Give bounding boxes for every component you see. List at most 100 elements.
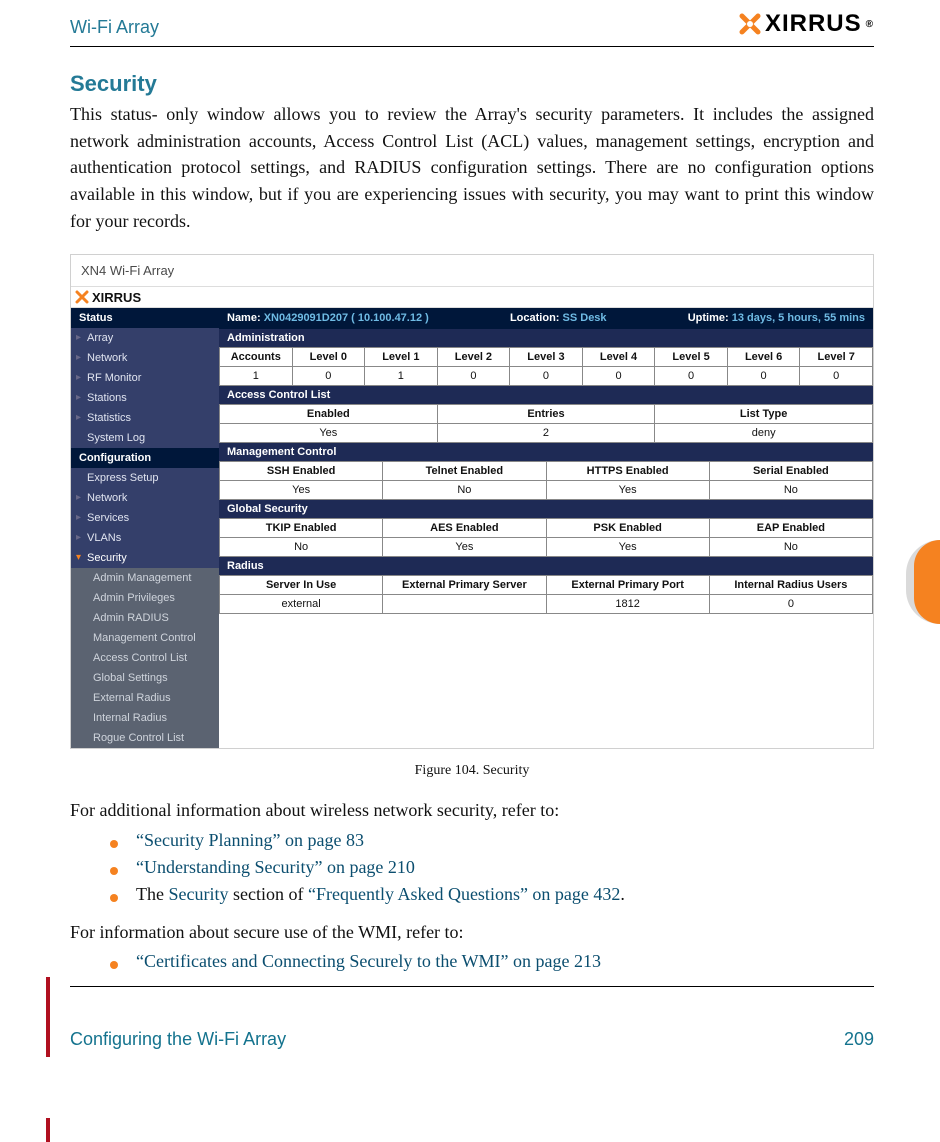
radius-table: Server In Use External Primary Server Ex…: [219, 575, 873, 614]
th: Entries: [437, 405, 655, 424]
th: Level 7: [800, 348, 873, 367]
post-paragraph-2: For information about secure use of the …: [70, 919, 874, 946]
screenshot-brand-name: XIRRUS: [92, 290, 141, 305]
td: Yes: [546, 481, 709, 500]
nav-item-stations[interactable]: Stations: [71, 388, 219, 408]
screenshot-figure: XN4 Wi-Fi Array XIRRUS Status Array Netw…: [70, 254, 874, 749]
footer-section: Configuring the Wi-Fi Array: [70, 1029, 286, 1050]
nav-item-vlans[interactable]: VLANs: [71, 528, 219, 548]
td: 1: [365, 367, 438, 386]
gsec-table: TKIP Enabled AES Enabled PSK Enabled EAP…: [219, 518, 873, 557]
td: 0: [510, 367, 583, 386]
bullet-certificates: “Certificates and Connecting Securely to…: [110, 951, 874, 972]
nav-sub-adminpriv[interactable]: Admin Privileges: [71, 588, 219, 608]
main-panel: Name: XN0429091D207 ( 10.100.47.12 ) Loc…: [219, 308, 873, 748]
bullet-security-planning: “Security Planning” on page 83: [110, 830, 874, 851]
link-security-planning[interactable]: “Security Planning” on page 83: [136, 830, 364, 850]
td: 1: [220, 367, 293, 386]
td: deny: [655, 424, 873, 443]
td: Yes: [546, 538, 709, 557]
nav-sub-globalsettings[interactable]: Global Settings: [71, 668, 219, 688]
location-value: SS Desk: [563, 312, 607, 324]
nav-item-network2[interactable]: Network: [71, 488, 219, 508]
td: 1812: [546, 595, 709, 614]
th: AES Enabled: [383, 519, 546, 538]
td: No: [220, 538, 383, 557]
name-value: XN0429091D207 ( 10.100.47.12 ): [264, 312, 429, 324]
info-bar: Name: XN0429091D207 ( 10.100.47.12 ) Loc…: [219, 308, 873, 329]
th: Level 1: [365, 348, 438, 367]
th: External Primary Port: [546, 576, 709, 595]
link-faq[interactable]: “Frequently Asked Questions” on page 432: [308, 884, 620, 904]
footer-rule: [70, 986, 874, 987]
section-radius: Radius: [219, 557, 873, 575]
nav-item-systemlog[interactable]: System Log: [71, 428, 219, 448]
th: Server In Use: [220, 576, 383, 595]
change-bar: [46, 977, 50, 1057]
admin-table: Accounts Level 0 Level 1 Level 2 Level 3…: [219, 347, 873, 386]
th: Level 4: [582, 348, 655, 367]
th: Level 0: [292, 348, 365, 367]
brand-logo: XIRRUS ®: [739, 10, 874, 38]
nav-group-config: Configuration: [71, 448, 219, 468]
td: 0: [582, 367, 655, 386]
bullet-understanding-security: “Understanding Security” on page 210: [110, 857, 874, 878]
td: 0: [292, 367, 365, 386]
th: Enabled: [220, 405, 438, 424]
section-acl: Access Control List: [219, 386, 873, 404]
post-paragraph-1: For additional information about wireles…: [70, 797, 874, 824]
td: 2: [437, 424, 655, 443]
th: Serial Enabled: [709, 462, 872, 481]
nav-item-array[interactable]: Array: [71, 328, 219, 348]
link-security-section[interactable]: Security: [168, 884, 228, 904]
th: EAP Enabled: [709, 519, 872, 538]
change-bar: [46, 1118, 50, 1142]
th: Level 2: [437, 348, 510, 367]
th: SSH Enabled: [220, 462, 383, 481]
nav-sub-intradius[interactable]: Internal Radius: [71, 708, 219, 728]
th: Telnet Enabled: [383, 462, 546, 481]
nav-sub-extradius[interactable]: External Radius: [71, 688, 219, 708]
td: Yes: [220, 424, 438, 443]
registered-mark: ®: [866, 19, 874, 30]
nav-item-services[interactable]: Services: [71, 508, 219, 528]
section-mgmt: Management Control: [219, 443, 873, 461]
link-understanding-security[interactable]: “Understanding Security” on page 210: [136, 857, 415, 877]
nav-group-status: Status: [71, 308, 219, 328]
header-rule: [70, 46, 874, 47]
uptime-value: 13 days, 5 hours, 55 mins: [732, 312, 865, 324]
nav-sub-adminmgmt[interactable]: Admin Management: [71, 568, 219, 588]
nav-sub-mgmtctrl[interactable]: Management Control: [71, 628, 219, 648]
nav-item-network[interactable]: Network: [71, 348, 219, 368]
td: Yes: [220, 481, 383, 500]
nav-item-statistics[interactable]: Statistics: [71, 408, 219, 428]
name-label: Name:: [227, 312, 261, 324]
section-heading: Security: [70, 71, 874, 97]
nav-item-security[interactable]: Security: [71, 548, 219, 568]
td: Yes: [383, 538, 546, 557]
bullet-faq: The Security section of “Frequently Aske…: [110, 884, 874, 905]
section-intro: This status- only window allows you to r…: [70, 101, 874, 234]
th: TKIP Enabled: [220, 519, 383, 538]
td: 0: [709, 595, 872, 614]
brand-name: XIRRUS: [765, 10, 862, 38]
nav-item-express[interactable]: Express Setup: [71, 468, 219, 488]
link-certificates[interactable]: “Certificates and Connecting Securely to…: [136, 951, 601, 971]
mgmt-table: SSH Enabled Telnet Enabled HTTPS Enabled…: [219, 461, 873, 500]
nav-sub-acl[interactable]: Access Control List: [71, 648, 219, 668]
figure-caption: Figure 104. Security: [70, 763, 874, 779]
th: External Primary Server: [383, 576, 546, 595]
section-administration: Administration: [219, 329, 873, 347]
td: No: [383, 481, 546, 500]
window-title: XN4 Wi-Fi Array: [71, 255, 873, 287]
nav-item-rfmonitor[interactable]: RF Monitor: [71, 368, 219, 388]
nav-sub-rogue[interactable]: Rogue Control List: [71, 728, 219, 748]
th: Accounts: [220, 348, 293, 367]
section-gsec: Global Security: [219, 500, 873, 518]
th: PSK Enabled: [546, 519, 709, 538]
nav-sub-adminradius[interactable]: Admin RADIUS: [71, 608, 219, 628]
logo-icon: [739, 13, 761, 35]
td: 0: [655, 367, 728, 386]
th: List Type: [655, 405, 873, 424]
nav-sidebar: Status Array Network RF Monitor Stations…: [71, 308, 219, 748]
